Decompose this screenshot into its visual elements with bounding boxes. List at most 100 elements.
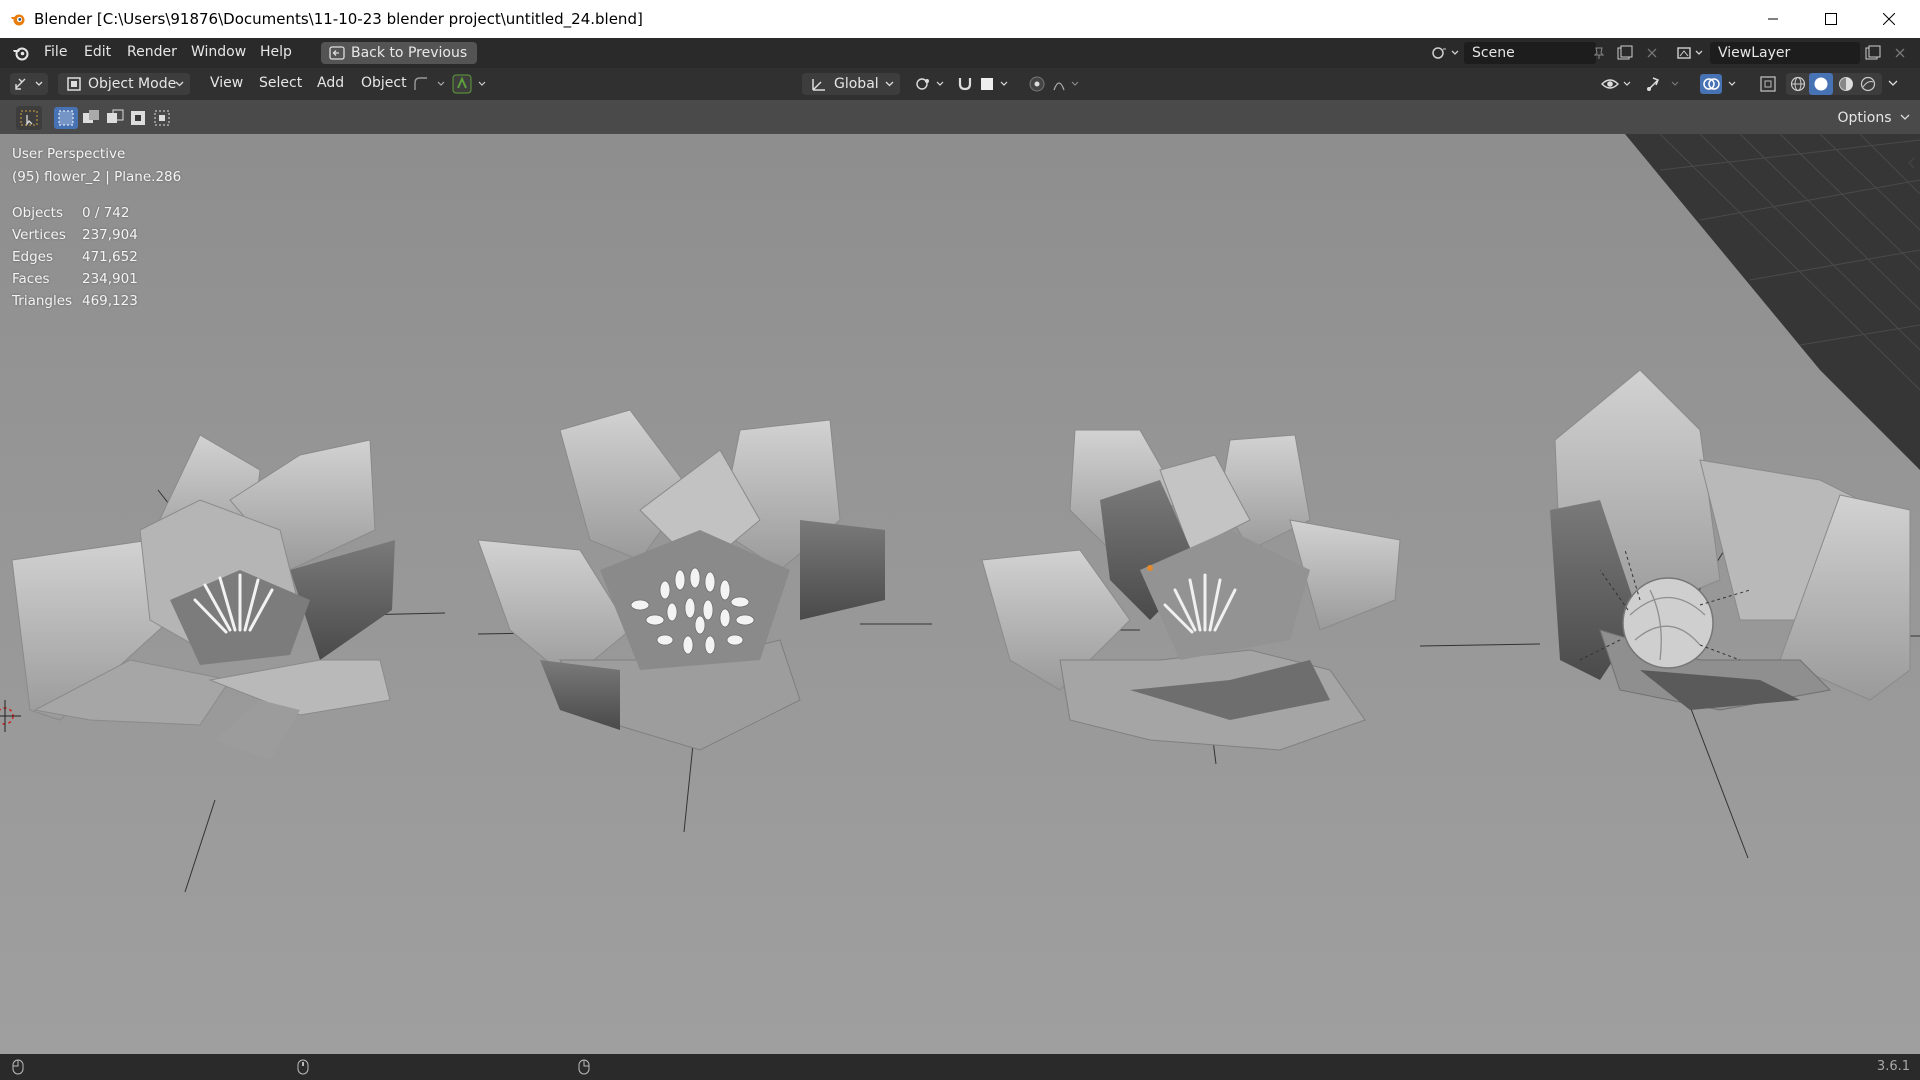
3d-cursor-icon[interactable] [0,700,21,732]
flower-4-model [1419,369,1920,859]
close-icon [1883,13,1895,25]
menu-window[interactable]: Window [191,44,246,60]
proportional-editing-icon[interactable] [1028,74,1090,94]
chevron-down-icon [1900,114,1910,120]
solid-shading-button[interactable] [1809,73,1833,95]
menu-view[interactable]: View [210,75,243,91]
window-title: Blender [C:\Users\91876\Documents\11-10-… [34,10,643,28]
menu-file[interactable]: File [44,44,67,60]
select-extend-icon[interactable] [80,107,104,129]
visibility-eye-icon[interactable] [1600,74,1636,94]
editor-type-button[interactable] [10,73,48,95]
perspective-label: User Perspective [12,146,126,162]
window-title-bar: Blender [C:\Users\91876\Documents\11-10-… [0,0,1920,38]
xray-toggle-icon[interactable] [1758,74,1780,94]
orientation-global-icon [812,79,825,91]
maximize-icon [1825,13,1837,25]
overlays-icon[interactable] [1700,73,1744,95]
scene-name-field[interactable]: Scene [1464,42,1596,64]
status-bar: 3.6.1 [0,1054,1920,1080]
stat-value: 471,652 [82,249,138,265]
menu-select[interactable]: Select [259,75,302,91]
scene-data-icon[interactable] [1430,45,1460,61]
menu-render[interactable]: Render [127,44,177,60]
stat-value: 237,904 [82,227,138,243]
select-new-icon [58,110,74,126]
delete-view-layer-icon[interactable] [1894,47,1906,59]
blender-version: 3.6.1 [1876,1059,1910,1074]
viewport-header: Object Mode View Select Add Object Globa… [0,68,1920,100]
orientation-label: Global [834,76,879,92]
gizmos-icon[interactable] [1644,74,1684,94]
view-layer-icon[interactable] [1676,45,1706,61]
stat-value: 0 / 742 [82,205,130,221]
view-layer-field[interactable]: ViewLayer [1710,42,1860,64]
menu-help[interactable]: Help [260,44,292,60]
gizmo-toggle-icon[interactable] [412,75,450,93]
tool-settings-header: Options [0,100,1920,134]
active-object-label: (95) flower_2 | Plane.286 [12,169,182,185]
top-bar: File Edit Render Window Help Back to Pre… [0,38,1920,68]
material-preview-icon[interactable] [1838,76,1854,92]
select-intersect-icon[interactable] [152,107,176,129]
viewport-text-info: User Perspective (95) flower_2 | Plane.2… [12,146,181,315]
wireframe-shading-icon[interactable] [1790,76,1806,92]
3d-viewport[interactable]: Options User Perspective (95) flower_2 |… [0,100,1920,1054]
menu-add[interactable]: Add [317,75,344,91]
view-layer-name: ViewLayer [1718,45,1791,61]
pin-icon[interactable] [1592,46,1606,60]
stat-value: 234,901 [82,271,138,287]
stat-triangles: Triangles 469,123 [12,293,181,315]
menu-object[interactable]: Object [361,75,407,91]
scene-render [0,133,1920,893]
menu-edit[interactable]: Edit [84,44,111,60]
tweak-select-icon [20,110,38,127]
select-new-button[interactable] [54,107,78,129]
screen-back-icon [329,46,345,60]
close-button[interactable] [1860,0,1918,38]
back-to-previous-label: Back to Previous [351,45,468,61]
rendered-shading-icon[interactable] [1860,76,1876,92]
select-tool-button[interactable] [16,106,42,130]
snap-toggle-icon[interactable] [452,74,492,94]
scene-name: Scene [1472,45,1515,61]
delete-scene-icon[interactable] [1646,47,1658,59]
stat-faces: Faces 234,901 [12,271,181,293]
sidebar-toggle-arrow-icon[interactable] [1906,156,1916,170]
minimize-icon [1768,18,1778,20]
flower-3-model [981,429,1401,765]
blender-logo-icon [11,14,25,26]
editor-type-icon [15,78,43,90]
new-view-layer-icon[interactable] [1864,45,1882,61]
options-dropdown[interactable]: Options [1838,107,1910,129]
minimize-button[interactable] [1744,0,1802,38]
select-invert-icon[interactable] [128,107,152,129]
flower-2-model [477,409,932,833]
stat-vertices: Vertices 237,904 [12,227,181,249]
back-to-previous-button[interactable]: Back to Previous [321,42,478,64]
chevron-down-icon [175,81,184,87]
blender-menu-icon[interactable] [12,45,30,61]
pivot-point-icon[interactable] [914,75,948,93]
stat-objects: Objects 0 / 742 [12,205,181,227]
stat-label: Objects [12,205,64,221]
new-scene-icon[interactable] [1616,45,1634,61]
stat-value: 469,123 [82,293,138,309]
transform-orientation-dropdown[interactable]: Global [802,73,900,95]
snapping-icon[interactable] [956,74,1016,94]
selection-mode-group [54,107,178,129]
stat-label: Edges [12,249,54,265]
mode-dropdown[interactable]: Object Mode [58,73,190,95]
shading-options-chevron-icon[interactable] [1888,80,1898,88]
stat-edges: Edges 471,652 [12,249,181,271]
mouse-right-icon [578,1059,590,1075]
flower-1-model [11,434,446,893]
stat-label: Triangles [12,293,73,309]
maximize-button[interactable] [1802,0,1860,38]
stat-label: Vertices [12,227,66,243]
options-label: Options [1837,110,1892,126]
select-subtract-icon[interactable] [104,107,128,129]
mode-label: Object Mode [88,76,177,92]
object-origin-point [1147,565,1153,571]
mouse-left-icon [12,1059,24,1075]
